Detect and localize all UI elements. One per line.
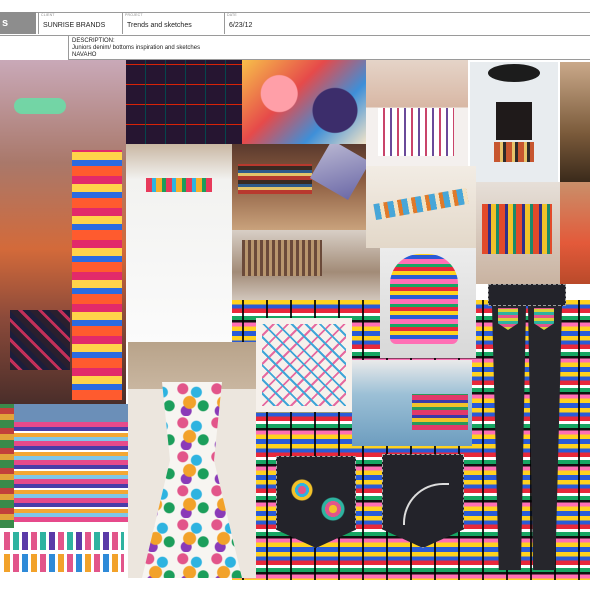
shorts-aztec [494, 142, 534, 162]
project-caption: PROJECT [125, 13, 143, 17]
client-value: SUNRISE BRANDS [43, 22, 106, 29]
shorts-pattern [10, 310, 70, 370]
photo-edge-serape [0, 404, 14, 528]
serape-stripes [482, 204, 552, 254]
photo-model-blanket [0, 60, 126, 404]
header-tab: s [0, 12, 36, 34]
description-label: DESCRIPTION: [72, 38, 115, 44]
sunglasses-shape [14, 98, 66, 114]
pocket-flower-2 [321, 497, 345, 521]
pocket-sketch-chevron [382, 454, 464, 548]
photo-embroidered-squares [126, 60, 242, 144]
chair-stripes [390, 254, 458, 344]
project-value: Trends and sketches [127, 22, 192, 29]
photo-striped-shorts [366, 60, 468, 166]
description-box: DESCRIPTION: Juniors denim/ bottoms insp… [68, 36, 590, 60]
pant-right-leg [528, 306, 562, 570]
shorts-pocket-print [412, 394, 468, 430]
blanket-stripes [72, 150, 122, 400]
pocket-stitch-curve [403, 483, 449, 525]
photo-embroidered-dress [128, 342, 256, 578]
belt-weave [373, 187, 469, 221]
client-caption: CLIENT [41, 13, 55, 17]
photo-edge-shorts [560, 182, 590, 284]
graphic-row-2 [4, 554, 124, 572]
pant-left-leg [492, 306, 526, 570]
tunic-embroidery [146, 178, 212, 192]
shorts-stripes [378, 108, 454, 156]
photo-model-hat [470, 62, 558, 182]
dress-print [142, 382, 242, 578]
date-value: 6/23/12 [229, 22, 253, 29]
shorts-waist-denim [14, 404, 128, 422]
photo-pattern-closeup [242, 60, 366, 144]
description-line1: Juniors denim/ bottoms inspiration and s… [72, 45, 201, 51]
boot-straps [238, 164, 312, 194]
boot-fringe [242, 240, 322, 276]
date-caption: DATE [227, 13, 237, 17]
photo-serape-shorts [476, 182, 560, 284]
hat-shape [488, 64, 540, 82]
photo-cross-stitch [256, 318, 352, 412]
photo-embroidered-tunic [126, 144, 232, 342]
photo-denim-shorts-fringe [352, 360, 472, 446]
photo-geometric-graphic [0, 528, 128, 578]
photo-wrapped-boots [232, 144, 366, 230]
denim-pant-sketch [486, 284, 568, 570]
pocket-flower-1 [291, 479, 313, 501]
description-line2: NAVAHO [72, 52, 97, 58]
date-field: DATE 6/23/12 [224, 12, 590, 34]
project-field: PROJECT Trends and sketches [122, 12, 224, 34]
kilim-boot [309, 144, 366, 201]
photo-striped-denim-shorts [14, 404, 128, 522]
cross-stitch-pattern [262, 324, 346, 406]
client-field: CLIENT SUNRISE BRANDS [38, 12, 122, 34]
photo-serape-chair [380, 248, 476, 358]
photo-model-edge [560, 62, 590, 182]
pocket-sketch-embroidered [276, 456, 356, 548]
pant-waistband [488, 284, 566, 306]
photo-woven-belt [366, 166, 476, 248]
bustier-shape [496, 102, 532, 140]
graphic-row-1 [4, 532, 124, 550]
